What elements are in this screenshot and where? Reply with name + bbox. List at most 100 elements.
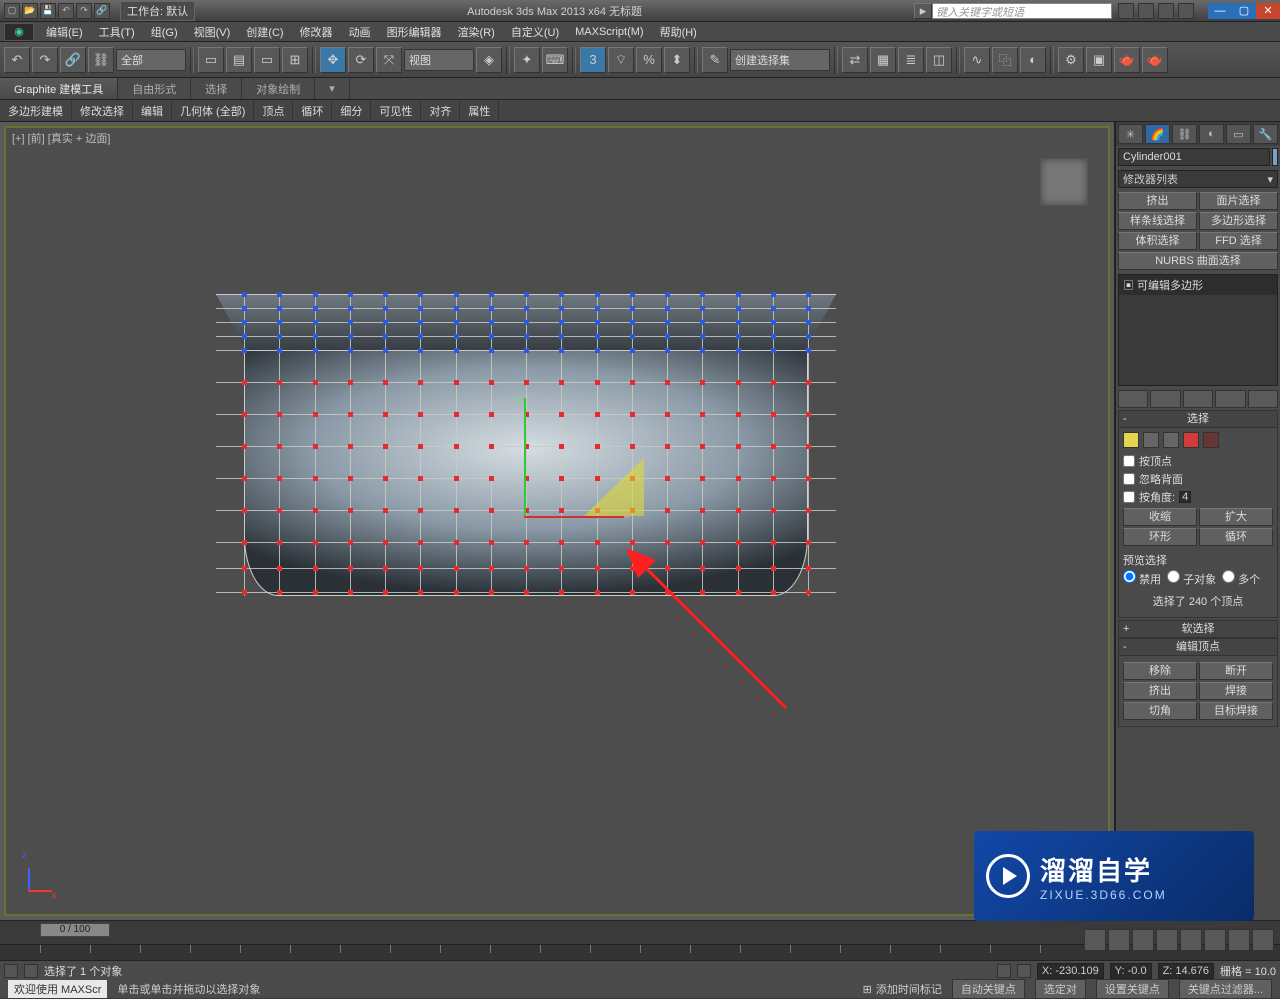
configure-icon[interactable] (1248, 390, 1278, 408)
object-color-swatch[interactable] (1272, 148, 1278, 166)
rad-multi[interactable]: 多个 (1222, 570, 1260, 587)
ribbon-tab-paint[interactable]: 对象绘制 (242, 78, 315, 99)
render-prod-icon[interactable]: 🫖 (1142, 47, 1168, 73)
rect-region-icon[interactable]: ▭ (254, 47, 280, 73)
named-selection-dropdown[interactable]: 创建选择集 (730, 49, 830, 71)
angle-snap-icon[interactable]: ⌔ (608, 47, 634, 73)
nav-zoomall-icon[interactable] (1228, 929, 1250, 951)
menu-edit[interactable]: 编辑(E) (38, 22, 91, 42)
curve-editor-icon[interactable]: ∿ (964, 47, 990, 73)
qa-new-icon[interactable]: ▢ (4, 3, 20, 19)
pivot-icon[interactable]: ◈ (476, 47, 502, 73)
mod-polysel[interactable]: 多边形选择 (1199, 212, 1278, 230)
favorites-icon[interactable] (1158, 3, 1174, 19)
graphite-icon[interactable]: ◫ (926, 47, 952, 73)
subobj-element-icon[interactable] (1203, 432, 1219, 448)
link-icon[interactable]: 🔗 (60, 47, 86, 73)
btn-remove[interactable]: 移除 (1123, 662, 1197, 680)
subobj-vertex-icon[interactable] (1123, 432, 1139, 448)
object-name-input[interactable] (1118, 148, 1270, 166)
panel-edit[interactable]: 编辑 (133, 101, 172, 121)
nav-goto-end-icon[interactable] (1180, 929, 1202, 951)
panel-props[interactable]: 属性 (460, 101, 499, 121)
remove-mod-icon[interactable] (1215, 390, 1245, 408)
mod-splinesel[interactable]: 样条线选择 (1118, 212, 1197, 230)
maximize-button[interactable]: ▢ (1232, 3, 1256, 19)
select-name-icon[interactable]: ▤ (226, 47, 252, 73)
chk-by-vertex[interactable]: 按顶点 (1123, 452, 1273, 470)
menu-render[interactable]: 渲染(R) (450, 22, 503, 42)
undo-icon[interactable]: ↶ (4, 47, 30, 73)
tab-create-icon[interactable]: ✳ (1118, 124, 1143, 144)
menu-anim[interactable]: 动画 (341, 22, 379, 42)
keyfilter-button[interactable]: 关键点过滤器... (1179, 979, 1272, 999)
viewcube-icon[interactable] (1040, 158, 1088, 206)
layers-icon[interactable]: ≣ (898, 47, 924, 73)
mod-ffdsel[interactable]: FFD 选择 (1199, 232, 1278, 250)
tab-modify-icon[interactable]: 🌈 (1145, 124, 1170, 144)
tab-motion-icon[interactable]: ◐ (1199, 124, 1224, 144)
qa-undo-icon[interactable]: ↶ (58, 3, 74, 19)
pin-stack-icon[interactable] (1118, 390, 1148, 408)
spinner-snap-icon[interactable]: ⬍ (664, 47, 690, 73)
nav-goto-start-icon[interactable] (1084, 929, 1106, 951)
help-icon[interactable] (1178, 3, 1194, 19)
add-time-tag[interactable]: ⊞添加时间标记 (863, 981, 942, 997)
qa-link-icon[interactable]: 🔗 (94, 3, 110, 19)
modifier-stack[interactable]: ▣ 可编辑多边形 (1118, 274, 1278, 386)
minimize-button[interactable]: — (1208, 3, 1232, 19)
viewport-label[interactable]: [+] [前] [真实 + 边面] (12, 130, 110, 146)
redo-icon[interactable]: ↷ (32, 47, 58, 73)
ribbon-tab-selection[interactable]: 选择 (191, 78, 242, 99)
mod-nurbs[interactable]: NURBS 曲面选择 (1118, 252, 1278, 270)
menu-tools[interactable]: 工具(T) (91, 22, 143, 42)
coord-y[interactable]: Y: -0.0 (1110, 963, 1152, 979)
sel-locked[interactable]: 选定对 (1035, 979, 1086, 999)
viewport-canvas[interactable]: [+] [前] [真实 + 边面] yx zx (4, 126, 1110, 916)
panel-subdiv[interactable]: 细分 (332, 101, 371, 121)
help-search-input[interactable]: 键入关键字或短语 (932, 3, 1112, 19)
select-manipulate-icon[interactable]: ✦ (514, 47, 540, 73)
window-crossing-icon[interactable]: ⊞ (282, 47, 308, 73)
btn-targetweld[interactable]: 目标焊接 (1199, 702, 1273, 720)
lock-icon[interactable] (24, 964, 38, 978)
menu-customize[interactable]: 自定义(U) (503, 22, 567, 42)
rollout-softsel[interactable]: +软选择 (1118, 620, 1278, 638)
mod-extrude[interactable]: 挤出 (1118, 192, 1197, 210)
align-icon[interactable]: ▦ (870, 47, 896, 73)
render-setup-icon[interactable]: ⚙ (1058, 47, 1084, 73)
rollout-selection[interactable]: -选择 (1118, 410, 1278, 428)
panel-geom[interactable]: 几何体 (全部) (172, 101, 254, 121)
rotate-icon[interactable]: ⟳ (348, 47, 374, 73)
rad-disable[interactable]: 禁用 (1123, 570, 1161, 587)
qa-redo-icon[interactable]: ↷ (76, 3, 92, 19)
lock-sel-icon[interactable] (1017, 964, 1031, 978)
menu-views[interactable]: 视图(V) (186, 22, 239, 42)
ribbon-tab-graphite[interactable]: Graphite 建模工具 (0, 78, 118, 99)
tab-hierarchy-icon[interactable]: ⛓ (1172, 124, 1197, 144)
edit-named-sel-icon[interactable]: ✎ (702, 47, 728, 73)
tab-utility-icon[interactable]: 🔧 (1253, 124, 1278, 144)
nav-prev-icon[interactable] (1108, 929, 1130, 951)
selection-filter-dropdown[interactable]: 全部 (116, 49, 186, 71)
panel-align[interactable]: 对齐 (421, 101, 460, 121)
ref-coord-dropdown[interactable]: 视图 (404, 49, 474, 71)
keyboard-shortcut-icon[interactable]: ⌨ (542, 47, 568, 73)
btn-ring[interactable]: 环形 (1123, 528, 1197, 546)
unlink-icon[interactable]: ⛓ (88, 47, 114, 73)
make-unique-icon[interactable] (1183, 390, 1213, 408)
panel-loop[interactable]: 循环 (293, 101, 332, 121)
render-icon[interactable]: 🫖 (1114, 47, 1140, 73)
panel-vis[interactable]: 可见性 (371, 101, 421, 121)
app-menu-icon[interactable]: ◉ (4, 23, 34, 41)
move-icon[interactable]: ✥ (320, 47, 346, 73)
angle-spinner[interactable] (1179, 491, 1191, 503)
qa-open-icon[interactable]: 📂 (22, 3, 38, 19)
menu-group[interactable]: 组(G) (143, 22, 186, 42)
panel-polymodel[interactable]: 多边形建模 (0, 101, 72, 121)
scale-icon[interactable]: ⤧ (376, 47, 402, 73)
menu-help[interactable]: 帮助(H) (652, 22, 705, 42)
ribbon-tab-freeform[interactable]: 自由形式 (118, 78, 191, 99)
tab-display-icon[interactable]: ▭ (1226, 124, 1251, 144)
isolate-icon[interactable] (997, 964, 1011, 978)
